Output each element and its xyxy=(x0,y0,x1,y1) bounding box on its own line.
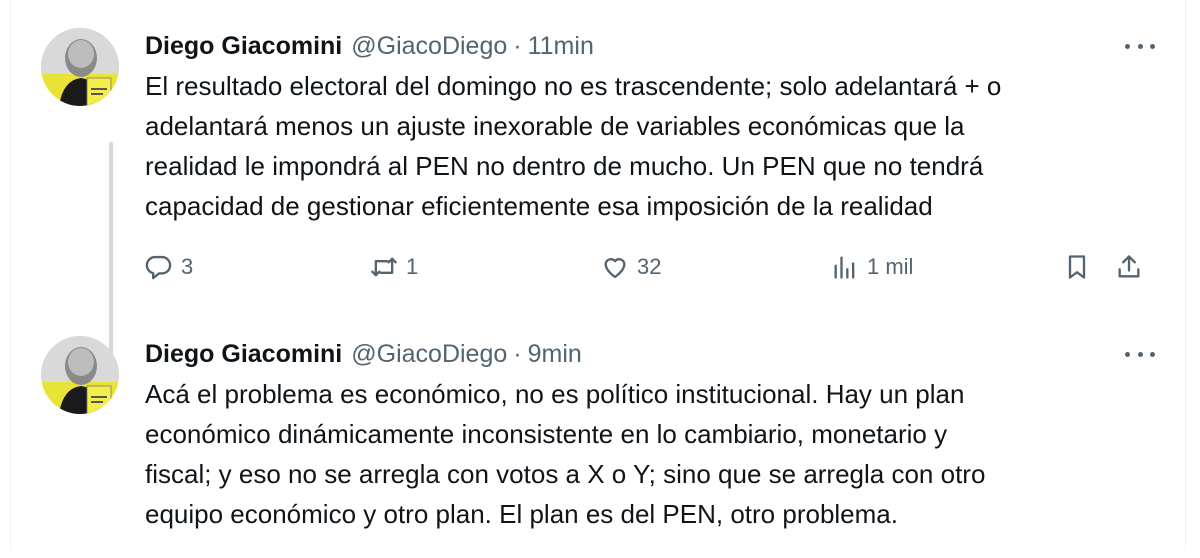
bookmark-icon xyxy=(1068,255,1086,279)
author-name[interactable]: Diego Giacomini xyxy=(145,340,342,369)
views-count: 1 mil xyxy=(867,254,914,279)
thread-connector-line xyxy=(109,142,113,354)
retweet-count: 1 xyxy=(406,254,419,279)
more-icon[interactable] xyxy=(1125,344,1155,364)
reply-icon xyxy=(145,255,172,280)
tweet-actions: 3 1 32 1 mil xyxy=(145,253,1165,287)
retweet-icon xyxy=(371,257,397,277)
author-handle[interactable]: @GiacoDiego xyxy=(351,340,507,369)
tweet-header: Diego Giacomini @GiacoDiego · 9min xyxy=(145,336,1165,372)
retweet-button[interactable]: 1 xyxy=(370,253,418,281)
separator-dot: · xyxy=(513,31,522,60)
reply-button[interactable]: 3 xyxy=(145,253,193,281)
share-button[interactable] xyxy=(1115,253,1143,281)
views-button[interactable]: 1 mil xyxy=(831,253,913,281)
timestamp[interactable]: 11min xyxy=(528,32,594,61)
like-button[interactable]: 32 xyxy=(601,253,661,281)
tweet-text: Acá el problema es económico, no es polí… xyxy=(145,379,986,529)
like-count: 32 xyxy=(637,254,662,279)
tweet-text: El resultado electoral del domingo no es… xyxy=(145,71,1002,221)
tweet-thread: Diego Giacomini @GiacoDiego · 11min El r… xyxy=(10,0,1186,550)
bookmark-button[interactable] xyxy=(1063,253,1091,281)
author-name[interactable]: Diego Giacomini xyxy=(145,32,342,61)
author-handle[interactable]: @GiacoDiego xyxy=(351,32,507,61)
avatar[interactable] xyxy=(41,336,119,414)
tweet-header: Diego Giacomini @GiacoDiego · 11min xyxy=(145,28,1165,64)
timestamp[interactable]: 9min xyxy=(528,340,582,369)
reply-count: 3 xyxy=(181,254,194,279)
separator-dot: · xyxy=(513,339,522,368)
more-icon[interactable] xyxy=(1125,36,1155,56)
views-icon xyxy=(834,256,855,279)
avatar[interactable] xyxy=(41,28,119,106)
share-icon xyxy=(1118,255,1140,278)
like-icon xyxy=(604,258,626,279)
